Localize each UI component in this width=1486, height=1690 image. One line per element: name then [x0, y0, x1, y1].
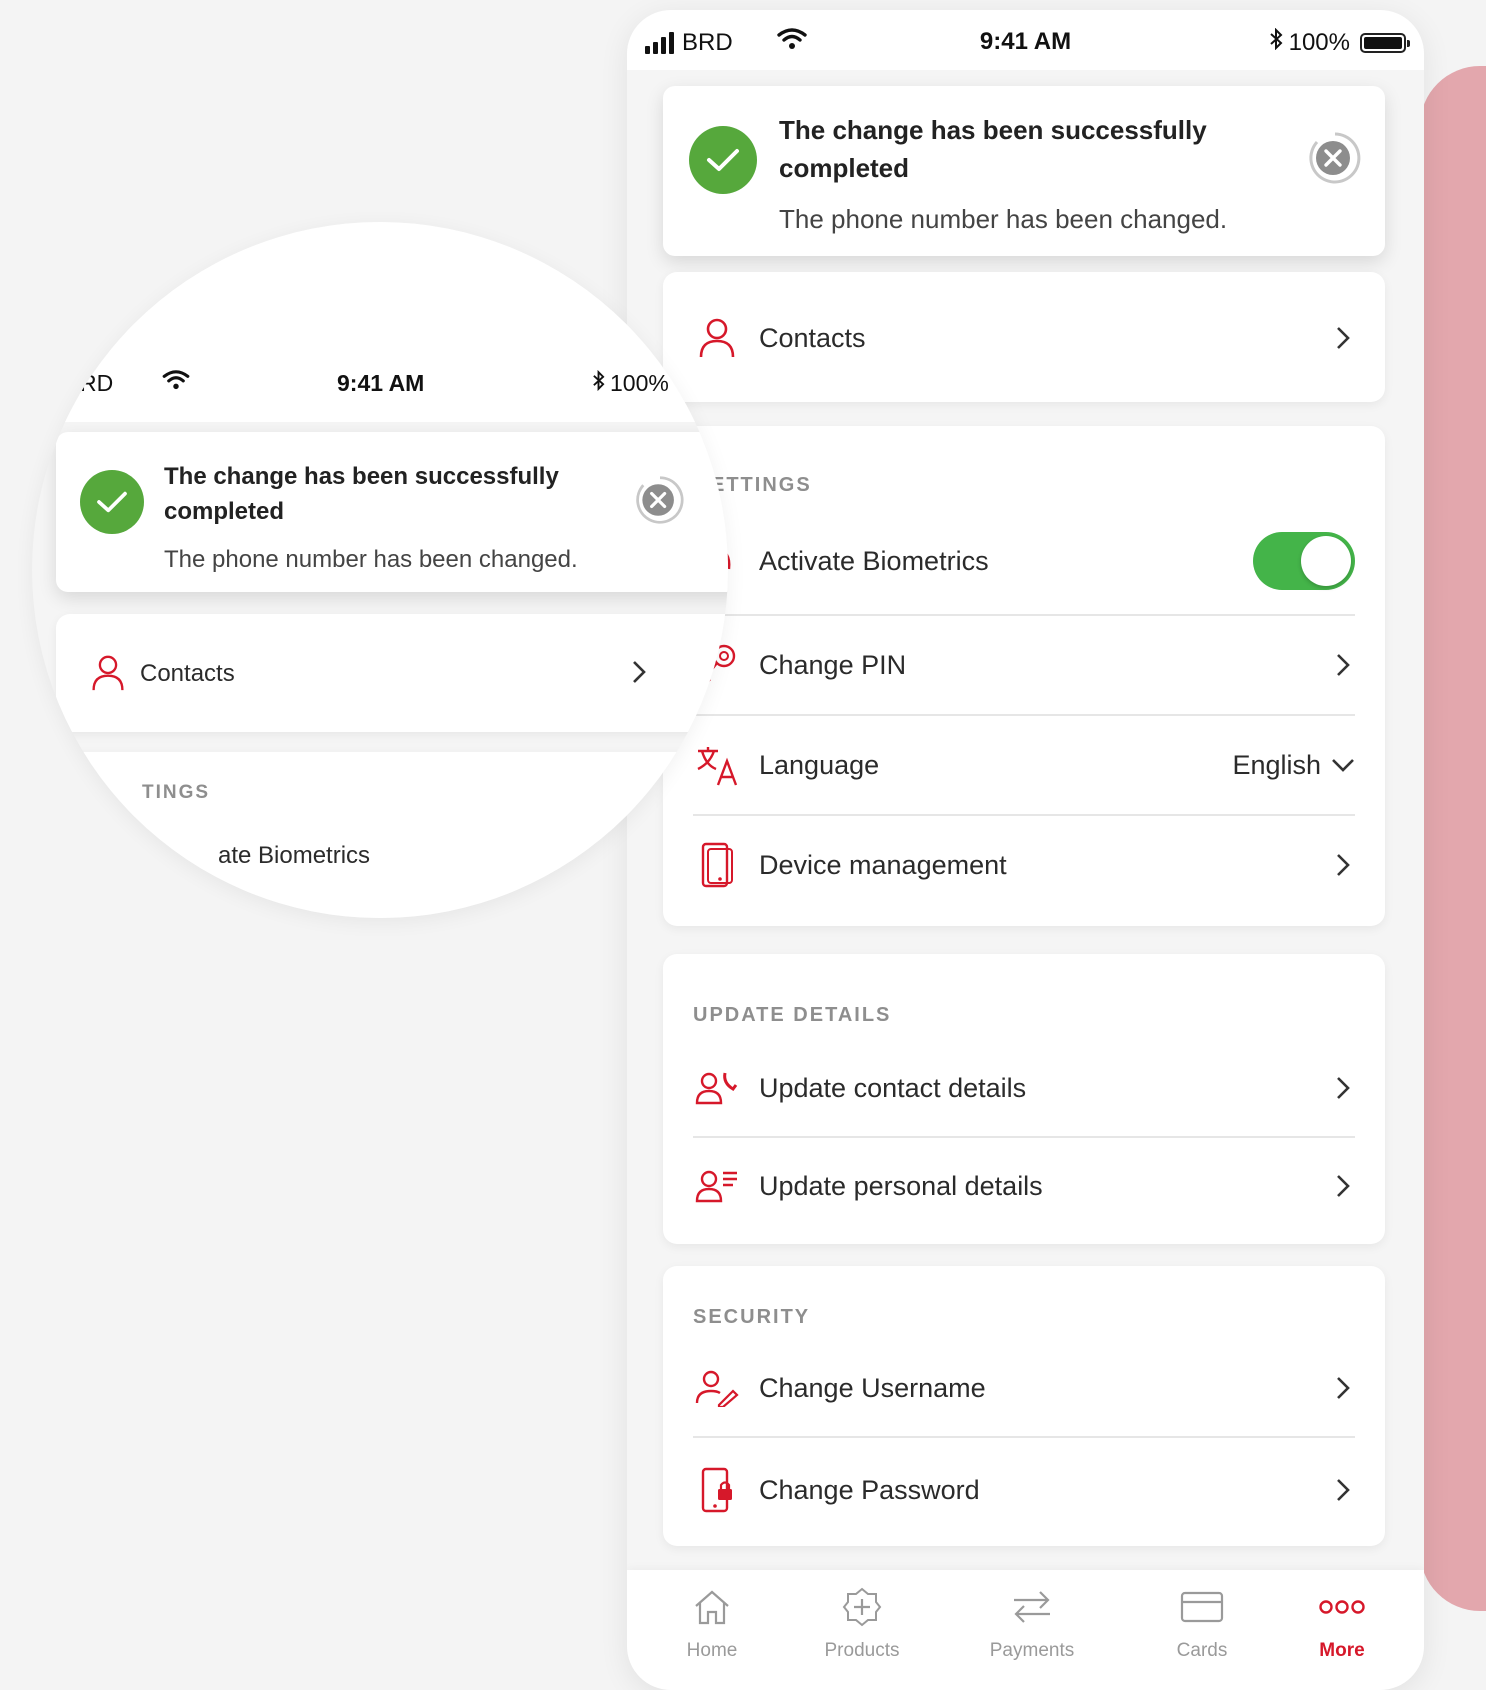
contacts-card: Contacts — [663, 272, 1385, 402]
device-management-row[interactable]: Device management — [693, 816, 1355, 914]
chevron-right-icon — [1331, 1076, 1355, 1100]
language-value[interactable]: English — [1232, 750, 1321, 781]
personal-info-icon — [693, 1162, 741, 1210]
card-icon — [1137, 1584, 1267, 1630]
close-icon — [636, 476, 684, 524]
settings-card: ETTINGS Activate Biometrics Change PIN L… — [663, 426, 1385, 926]
bluetooth-icon — [1269, 27, 1283, 57]
toast-message: The phone number has been changed. — [779, 204, 1228, 234]
magnifier-contacts-card: Contacts — [56, 614, 728, 732]
contacts-row[interactable]: Contacts — [693, 298, 1355, 378]
security-section-title: SECURITY — [693, 1306, 811, 1328]
magnifier-biometrics-label: ate Biometrics — [218, 842, 371, 869]
user-edit-icon — [693, 1364, 741, 1412]
close-icon — [1309, 132, 1361, 184]
more-icon — [1277, 1584, 1407, 1630]
magnifier-person-icon — [90, 654, 126, 697]
magnifier-battery: 100% — [610, 370, 669, 396]
contacts-label: Contacts — [759, 322, 866, 353]
biometrics-label: Activate Biometrics — [759, 545, 989, 576]
magnifier-toast: The change has been successfully complet… — [56, 432, 728, 592]
magnifier-contacts-label: Contacts — [140, 660, 235, 687]
change-username-row[interactable]: Change Username — [693, 1340, 1355, 1438]
tab-payments[interactable]: Payments — [967, 1584, 1097, 1662]
change-pin-row[interactable]: Change PIN — [693, 616, 1355, 716]
tab-more-label: More — [1319, 1640, 1365, 1661]
magnifier-close-button[interactable] — [632, 472, 688, 528]
tab-home-label: Home — [686, 1640, 738, 1661]
tab-payments-label: Payments — [989, 1640, 1075, 1661]
biometrics-toggle[interactable] — [1253, 532, 1355, 590]
language-row[interactable]: Language English — [693, 716, 1355, 816]
products-icon — [797, 1584, 927, 1630]
magnifier-check-icon — [80, 470, 144, 534]
magnifier-chevron-right-icon — [632, 660, 646, 689]
change-pin-label: Change PIN — [759, 649, 907, 680]
tab-cards[interactable]: Cards — [1137, 1584, 1267, 1662]
biometrics-row: Activate Biometrics — [693, 508, 1355, 616]
success-check-icon — [689, 126, 757, 194]
chevron-right-icon — [1331, 853, 1355, 877]
chevron-right-icon — [1331, 1376, 1355, 1400]
magnifier-callout: RD 9:41 AM 100% The change has been succ… — [32, 222, 728, 918]
decorative-side-strip — [1420, 66, 1486, 1611]
chevron-down-icon — [1331, 753, 1355, 777]
magnifier-settings-title: TINGS — [142, 782, 211, 803]
update-details-card: UPDATE DETAILS Update contact details Up… — [663, 954, 1385, 1244]
magnifier-settings-card: TINGS ate Biometrics — [56, 752, 728, 918]
tab-products[interactable]: Products — [797, 1584, 927, 1662]
tab-cards-label: Cards — [1176, 1640, 1228, 1661]
device-management-label: Device management — [759, 849, 1007, 880]
contact-phone-icon — [693, 1064, 741, 1112]
change-password-row[interactable]: Change Password — [693, 1442, 1355, 1538]
chevron-right-icon — [1331, 653, 1355, 677]
magnifier-toast-message: The phone number has been changed. — [164, 546, 578, 573]
change-username-label: Change Username — [759, 1372, 986, 1403]
magnifier-carrier: RD — [80, 370, 114, 396]
magnifier-toast-title: The change has been successfully complet… — [164, 463, 559, 525]
update-personal-details-row[interactable]: Update personal details — [693, 1138, 1355, 1234]
success-toast: The change has been successfully complet… — [663, 86, 1385, 256]
tab-more[interactable]: More — [1277, 1584, 1407, 1662]
battery-icon — [1360, 32, 1410, 53]
update-contact-details-label: Update contact details — [759, 1072, 1027, 1103]
status-bar: BRD 9:41 AM 100% — [627, 10, 1424, 70]
update-contact-details-row[interactable]: Update contact details — [693, 1040, 1355, 1138]
home-icon — [647, 1584, 777, 1630]
change-password-label: Change Password — [759, 1474, 980, 1505]
bottom-tab-bar: Home Products Payments Cards More — [627, 1570, 1424, 1690]
chevron-right-icon — [1331, 326, 1355, 350]
tab-products-label: Products — [824, 1640, 900, 1661]
chevron-right-icon — [1331, 1174, 1355, 1198]
toast-close-button[interactable] — [1307, 130, 1363, 186]
magnifier-bluetooth-icon — [592, 369, 605, 396]
tab-home[interactable]: Home — [647, 1584, 777, 1662]
toast-title: The change has been successfully complet… — [779, 115, 1207, 183]
security-card: SECURITY Change Username Change Password — [663, 1266, 1385, 1546]
phone-screen: BRD 9:41 AM 100% The change has been suc… — [627, 10, 1424, 1690]
update-personal-details-label: Update personal details — [759, 1170, 1043, 1201]
magnifier-wifi-icon — [162, 370, 190, 395]
update-details-section-title: UPDATE DETAILS — [693, 1004, 892, 1026]
magnifier-time: 9:41 AM — [337, 370, 425, 396]
language-label: Language — [759, 749, 880, 780]
phone-lock-icon — [693, 1466, 741, 1514]
battery-percent: 100% — [1288, 28, 1350, 56]
chevron-right-icon — [1331, 1478, 1355, 1502]
transfer-icon — [967, 1584, 1097, 1630]
